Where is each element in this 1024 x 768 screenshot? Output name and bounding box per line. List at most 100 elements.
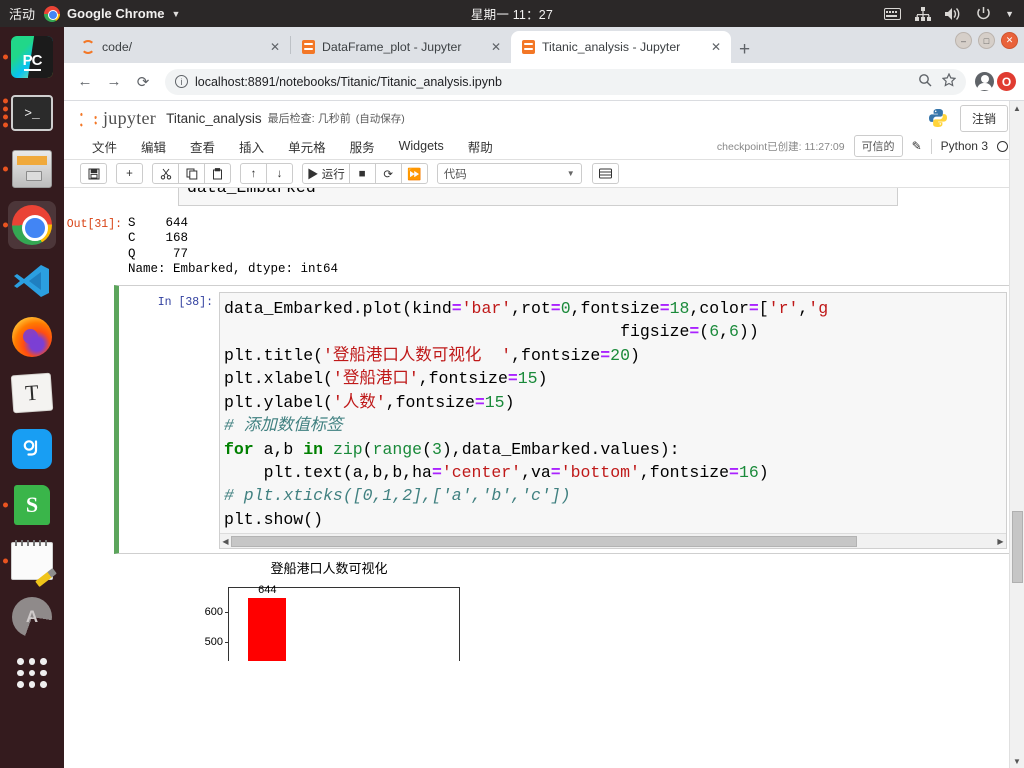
dock-item-software-updater[interactable] [8, 593, 56, 641]
scroll-up-icon[interactable]: ▲ [1010, 101, 1024, 115]
clock[interactable]: 星期一 11：27 [0, 4, 1024, 23]
volume-icon[interactable] [945, 7, 962, 21]
power-icon[interactable] [976, 6, 991, 21]
menu-insert[interactable]: 插入 [227, 134, 276, 159]
close-icon[interactable]: ✕ [268, 40, 282, 54]
checkpoint-status: checkpoint已创建: 11:27:09 [716, 140, 845, 153]
menu-help[interactable]: 帮助 [456, 134, 505, 159]
jupyter-wordmark: jupyter [103, 107, 157, 128]
keyboard-icon[interactable] [884, 7, 902, 20]
reload-button[interactable]: ⟳ [130, 69, 156, 95]
search-icon[interactable] [918, 73, 932, 90]
profile-avatar-icon[interactable] [975, 72, 994, 91]
command-palette-button[interactable] [591, 163, 619, 184]
bookmark-star-icon[interactable] [941, 72, 957, 90]
maximize-button[interactable]: □ [978, 32, 995, 49]
typora-label: T [24, 379, 40, 406]
run-cell-button[interactable]: ▶ 运行 [302, 163, 350, 184]
browser-tab-titanic-analysis[interactable]: Titanic_analysis - Jupyter ✕ [511, 31, 731, 63]
minimize-button[interactable]: – [955, 32, 972, 49]
chrome-icon [12, 205, 52, 245]
site-info-icon[interactable]: i [175, 75, 188, 88]
page-vertical-scrollbar[interactable]: ▲ ▼ [1009, 101, 1024, 768]
copy-cell-button[interactable] [178, 163, 205, 184]
jupyter-header: jupyter Titanic_analysis 最后检查: 几秒前 (自动保存… [64, 101, 1024, 133]
menu-view[interactable]: 查看 [178, 134, 227, 159]
tab-title: code/ [102, 40, 133, 54]
notebook-title[interactable]: Titanic_analysis [166, 111, 262, 126]
network-icon[interactable] [915, 6, 932, 21]
dock-item-files[interactable] [3, 145, 56, 193]
extension-icon[interactable]: O [997, 72, 1016, 91]
new-tab-button[interactable]: + [739, 40, 750, 59]
code-editor[interactable]: data_Embarked.plot(kind='bar',rot=0,font… [219, 292, 1007, 550]
scroll-right-icon[interactable]: ▶ [995, 537, 1006, 546]
browser-tab-code[interactable]: code/ ✕ [70, 31, 290, 63]
dock-item-wps-spreadsheet[interactable]: S [3, 481, 56, 529]
insert-cell-button[interactable]: + [116, 163, 143, 184]
dock-item-show-applications[interactable] [8, 649, 56, 697]
browser-tab-dataframe-plot[interactable]: DataFrame_plot - Jupyter ✕ [291, 31, 511, 63]
close-icon[interactable]: ✕ [489, 40, 503, 54]
cut-cell-button[interactable] [152, 163, 179, 184]
jupyter-menu-bar: 文件 编辑 查看 插入 单元格 服务 Widgets 帮助 checkpoint… [64, 133, 1024, 160]
jupyter-icon [302, 40, 315, 54]
dock-item-terminal[interactable]: >_ [3, 89, 56, 137]
chevron-down-icon[interactable]: ▼ [1005, 9, 1014, 19]
grid-icon [12, 653, 52, 693]
dock-item-firefox[interactable] [8, 313, 56, 361]
menu-file[interactable]: 文件 [80, 134, 129, 159]
cell-prompt-placeholder [114, 188, 178, 206]
dock-item-typora[interactable]: T [8, 369, 56, 417]
dock-item-text-editor[interactable] [3, 537, 56, 585]
save-button[interactable] [80, 163, 107, 184]
code-cell-38[interactable]: In [38]: data_Embarked.plot(kind='bar',r… [114, 285, 1014, 555]
close-button[interactable]: ✕ [1001, 32, 1018, 49]
interrupt-kernel-button[interactable]: ■ [348, 163, 376, 184]
notebook-scroll-area[interactable]: data_Embarked Out[31]: S 644 C 168 Q 77 … [64, 188, 1024, 661]
plot-frame: 10020030040050060064416877 [205, 584, 460, 661]
menu-kernel[interactable]: 服务 [338, 134, 387, 159]
running-indicator [3, 166, 8, 172]
menu-cell[interactable]: 单元格 [276, 134, 338, 159]
back-button[interactable]: ← [72, 69, 98, 95]
restart-run-all-button[interactable]: ⏩ [400, 163, 428, 184]
paste-cell-button[interactable] [204, 163, 231, 184]
pencil-icon[interactable]: ✎ [912, 139, 922, 153]
move-cell-down-button[interactable]: ↓ [266, 163, 293, 184]
restart-kernel-button[interactable]: ⟳ [374, 163, 402, 184]
files-icon [12, 150, 52, 188]
close-icon[interactable]: ✕ [709, 40, 723, 54]
move-cell-up-button[interactable]: ↑ [240, 163, 267, 184]
truncated-code-text: data_Embarked [183, 188, 316, 201]
scroll-track[interactable] [231, 535, 995, 547]
divider [930, 138, 932, 154]
jupyter-logo[interactable]: jupyter [79, 107, 157, 129]
scroll-down-icon[interactable]: ▼ [1010, 754, 1024, 768]
kernel-status-icon [997, 140, 1008, 152]
code-horizontal-scrollbar[interactable]: ◀ ▶ [220, 533, 1006, 549]
scroll-thumb[interactable] [1012, 511, 1023, 583]
dock-item-search-app[interactable] [8, 425, 56, 473]
y-axis-tick: 600 [205, 606, 230, 618]
scroll-thumb[interactable] [231, 535, 858, 547]
logout-button[interactable]: 注销 [959, 104, 1008, 132]
menu-widgets[interactable]: Widgets [387, 136, 456, 156]
dock-item-google-chrome[interactable] [3, 201, 56, 249]
truncated-cell[interactable]: data_Embarked [114, 188, 1024, 206]
dock-item-pycharm[interactable]: PC [3, 33, 56, 81]
text-editor-icon [11, 540, 53, 580]
output-line-4: Name: Embarked, dtype: int64 [128, 261, 339, 276]
trusted-badge[interactable]: 可信的 [853, 135, 903, 157]
firefox-icon [12, 317, 52, 357]
scroll-left-icon[interactable]: ◀ [220, 537, 231, 546]
jupyter-toolbar: + ↑ ↓ ▶ 运行 ■ ⟳ ⏩ 代码 ▼ [64, 160, 1024, 188]
dock-item-vscode[interactable] [8, 257, 56, 305]
address-bar[interactable]: i localhost:8891/notebooks/Titanic/Titan… [165, 68, 966, 95]
wps-spreadsheet-icon: S [14, 485, 50, 525]
output-cell-31[interactable]: Out[31]: S 644 C 168 Q 77 Name: Embarked… [64, 212, 1024, 277]
bar-chart: 人数 10020030040050060064416877 [174, 581, 474, 661]
cell-type-select[interactable]: 代码 ▼ [436, 163, 582, 184]
menu-edit[interactable]: 编辑 [129, 134, 178, 159]
forward-button[interactable]: → [101, 69, 127, 95]
